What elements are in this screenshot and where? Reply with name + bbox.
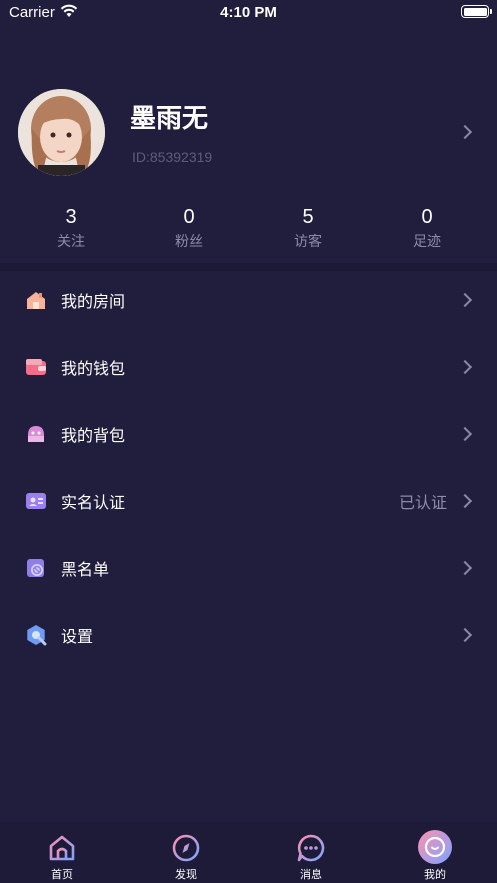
stat-footprints[interactable]: 0 足迹: [387, 205, 467, 251]
tab-home[interactable]: 首页: [17, 822, 107, 883]
stat-value: 3: [65, 206, 77, 228]
compass-icon: [172, 834, 200, 862]
stat-label: 粉丝: [175, 234, 203, 250]
menu-item-my-wallet[interactable]: 我的钱包: [0, 333, 497, 400]
chevron-right-icon[interactable]: [457, 124, 473, 140]
bottom-tab-bar: 首页 发现 消息 我的: [0, 822, 497, 883]
stat-label: 足迹: [413, 234, 441, 250]
chevron-right-icon: [457, 493, 473, 509]
chevron-right-icon: [457, 292, 473, 308]
profile-icon: [418, 830, 452, 864]
room-icon: [27, 292, 45, 309]
chevron-right-icon: [457, 359, 473, 375]
stat-followers[interactable]: 0 粉丝: [149, 205, 229, 251]
user-id: ID:85392319: [132, 149, 213, 165]
stats-row: 3 关注 0 粉丝 5 访客 0 足迹: [0, 205, 497, 255]
stat-value: 0: [183, 206, 195, 228]
menu-item-settings[interactable]: 设置: [0, 601, 497, 668]
tab-label: 发现: [175, 868, 197, 881]
status-bar: Carrier 4:10 PM: [0, 0, 497, 26]
profile-header[interactable]: 墨雨无 ID:85392319: [0, 86, 497, 178]
verified-status: 已认证: [398, 493, 447, 512]
stat-following[interactable]: 3 关注: [31, 205, 111, 251]
tab-mine[interactable]: 我的: [390, 822, 480, 883]
menu-item-my-room[interactable]: 我的房间: [0, 266, 497, 333]
stat-value: 0: [421, 206, 433, 228]
menu-label: 我的钱包: [61, 359, 126, 378]
menu-item-blacklist[interactable]: 黑名单: [0, 534, 497, 601]
tab-label: 首页: [51, 868, 73, 881]
stat-label: 访客: [294, 234, 322, 250]
avatar-photo: [18, 89, 105, 176]
my-profile-screen: Carrier 4:10 PM 墨雨无 ID:85392319 3 关注 0 粉…: [0, 0, 497, 883]
settings-icon: [27, 625, 47, 646]
menu-label: 我的背包: [61, 426, 126, 445]
menu-label: 我的房间: [61, 292, 126, 311]
home-icon: [49, 835, 75, 861]
menu-label: 实名认证: [61, 493, 126, 512]
chevron-right-icon: [457, 426, 473, 442]
tab-label: 消息: [300, 868, 322, 881]
stat-visitors[interactable]: 5 访客: [268, 205, 348, 251]
tab-label: 我的: [424, 868, 446, 881]
menu-item-my-backpack[interactable]: 我的背包: [0, 400, 497, 467]
backpack-icon: [28, 426, 44, 442]
chevron-right-icon: [457, 627, 473, 643]
status-time: 4:10 PM: [220, 4, 277, 21]
tab-messages[interactable]: 消息: [266, 822, 356, 883]
username: 墨雨无: [130, 104, 209, 134]
menu-label: 黑名单: [61, 560, 110, 579]
menu-item-real-name-auth[interactable]: 实名认证 已认证: [0, 467, 497, 534]
blacklist-icon: [27, 559, 44, 577]
chevron-right-icon: [457, 560, 473, 576]
stat-value: 5: [302, 206, 314, 228]
id-card-icon: [26, 493, 46, 509]
tab-discover[interactable]: 发现: [141, 822, 231, 883]
message-icon: [297, 834, 325, 862]
wallet-icon: [26, 359, 46, 375]
stat-label: 关注: [57, 234, 85, 250]
menu-label: 设置: [61, 627, 94, 646]
avatar[interactable]: [18, 89, 105, 176]
battery-icon: [461, 5, 492, 18]
